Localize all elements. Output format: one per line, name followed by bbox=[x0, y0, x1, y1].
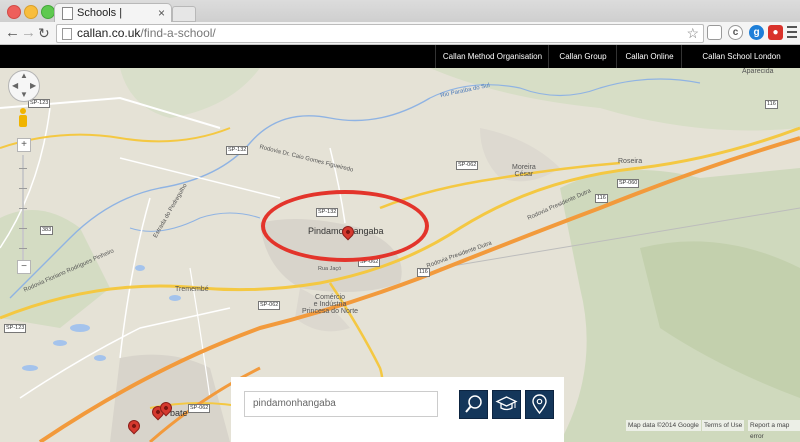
address-bar[interactable]: callan.co.uk/find-a-school/ ☆ bbox=[56, 24, 704, 43]
map-label-moreira-cesar: Moreira César bbox=[512, 164, 536, 178]
map-label-aparecida: Aparecida bbox=[742, 68, 774, 75]
map-label-taubate: bate bbox=[170, 408, 188, 418]
browser-tab-bar: Schools | × bbox=[0, 0, 800, 23]
school-filter-button[interactable] bbox=[492, 390, 521, 419]
graduation-cap-icon bbox=[495, 396, 518, 411]
new-tab-button[interactable] bbox=[172, 6, 196, 22]
screenshot-extension-icon[interactable] bbox=[707, 25, 722, 40]
road-sign: SP-060 bbox=[617, 179, 640, 188]
report-map-error-link[interactable]: Report a map error bbox=[748, 420, 800, 440]
zoom-tick bbox=[19, 248, 27, 249]
url-domain: callan.co.uk bbox=[77, 26, 141, 40]
zoom-out-button[interactable]: − bbox=[17, 260, 31, 274]
browser-tab[interactable]: Schools | × bbox=[54, 3, 172, 23]
map-label-district: Comércio e Indústria Princesa do Norte bbox=[302, 294, 359, 315]
map-label-tremembe: Tremembé bbox=[175, 286, 209, 293]
nav-callan-method-organisation[interactable]: Callan Method Organisation bbox=[435, 45, 549, 68]
pan-down-icon[interactable]: ▼ bbox=[20, 90, 28, 99]
search-button[interactable] bbox=[459, 390, 488, 419]
zoom-tick bbox=[19, 228, 27, 229]
nav-callan-school-london[interactable]: Callan School London bbox=[681, 45, 800, 68]
magnifier-icon bbox=[465, 395, 482, 413]
forward-arrow-icon[interactable]: → bbox=[21, 24, 36, 41]
highlight-circle bbox=[261, 190, 429, 262]
tab-close-icon[interactable]: × bbox=[158, 6, 165, 20]
street-view-pegman-icon[interactable] bbox=[18, 108, 28, 128]
window-close-button[interactable] bbox=[7, 5, 21, 19]
zoom-tick bbox=[19, 168, 27, 169]
map-label-roseira: Roseira bbox=[618, 158, 643, 165]
road-sign: 116 bbox=[417, 268, 430, 277]
map-label-rua-jaco: Rua Jaçó bbox=[318, 266, 342, 272]
back-arrow-icon[interactable]: ← bbox=[5, 24, 20, 41]
url-path: /find-a-school/ bbox=[140, 26, 216, 40]
pan-up-icon[interactable]: ▲ bbox=[20, 71, 28, 80]
bookmark-star-icon[interactable]: ☆ bbox=[686, 25, 699, 42]
zoom-tick bbox=[19, 208, 27, 209]
map-data-attribution: Map data ©2014 Google bbox=[626, 420, 701, 431]
hamburger-menu-icon[interactable] bbox=[787, 26, 797, 41]
road-sign: SP-062 bbox=[188, 404, 211, 413]
browser-toolbar: ← → ↻ callan.co.uk/find-a-school/ ☆ c g … bbox=[0, 22, 800, 45]
road-sign: SP-123 bbox=[28, 99, 51, 108]
extension-c-icon[interactable]: c bbox=[728, 25, 743, 40]
nav-callan-online[interactable]: Callan Online bbox=[616, 45, 682, 68]
zoom-tick bbox=[19, 188, 27, 189]
road-sign: 116 bbox=[595, 194, 608, 203]
road-sign: SP-123 bbox=[4, 324, 27, 333]
page-icon bbox=[62, 7, 73, 20]
pan-left-icon[interactable]: ◀ bbox=[12, 81, 18, 90]
pan-right-icon[interactable]: ▶ bbox=[30, 81, 36, 90]
my-location-button[interactable] bbox=[525, 390, 554, 419]
zoom-in-button[interactable]: + bbox=[17, 138, 31, 152]
road-sign: SP-062 bbox=[258, 301, 281, 310]
nav-callan-group[interactable]: Callan Group bbox=[548, 45, 617, 68]
road-sign: 116 bbox=[765, 100, 778, 109]
road-sign: SP-062 bbox=[456, 161, 479, 170]
extension-red-icon[interactable]: ● bbox=[768, 25, 783, 40]
terms-of-use-link[interactable]: Terms of Use bbox=[702, 420, 745, 431]
site-top-nav: Callan Method Organisation Callan Group … bbox=[0, 45, 800, 68]
road-sign: SP-132 bbox=[226, 146, 249, 155]
tab-title: Schools | bbox=[77, 7, 123, 19]
location-pin-icon bbox=[532, 394, 547, 415]
pan-control[interactable]: ▲ ◀ ▶ ▼ bbox=[8, 70, 40, 102]
url-text[interactable]: callan.co.uk/find-a-school/ bbox=[77, 26, 216, 40]
location-search-input[interactable]: pindamonhangaba bbox=[244, 391, 438, 417]
extension-g-icon[interactable]: g bbox=[749, 25, 764, 40]
window-minimize-button[interactable] bbox=[24, 5, 38, 19]
google-map[interactable]: Pindamonhangaba Comércio e Indústria Pri… bbox=[0, 68, 800, 442]
window-maximize-button[interactable] bbox=[41, 5, 55, 19]
page-icon bbox=[62, 28, 72, 40]
school-search-panel: pindamonhangaba bbox=[231, 377, 564, 442]
road-sign: 383 bbox=[40, 226, 54, 235]
reload-icon[interactable]: ↻ bbox=[38, 25, 50, 42]
